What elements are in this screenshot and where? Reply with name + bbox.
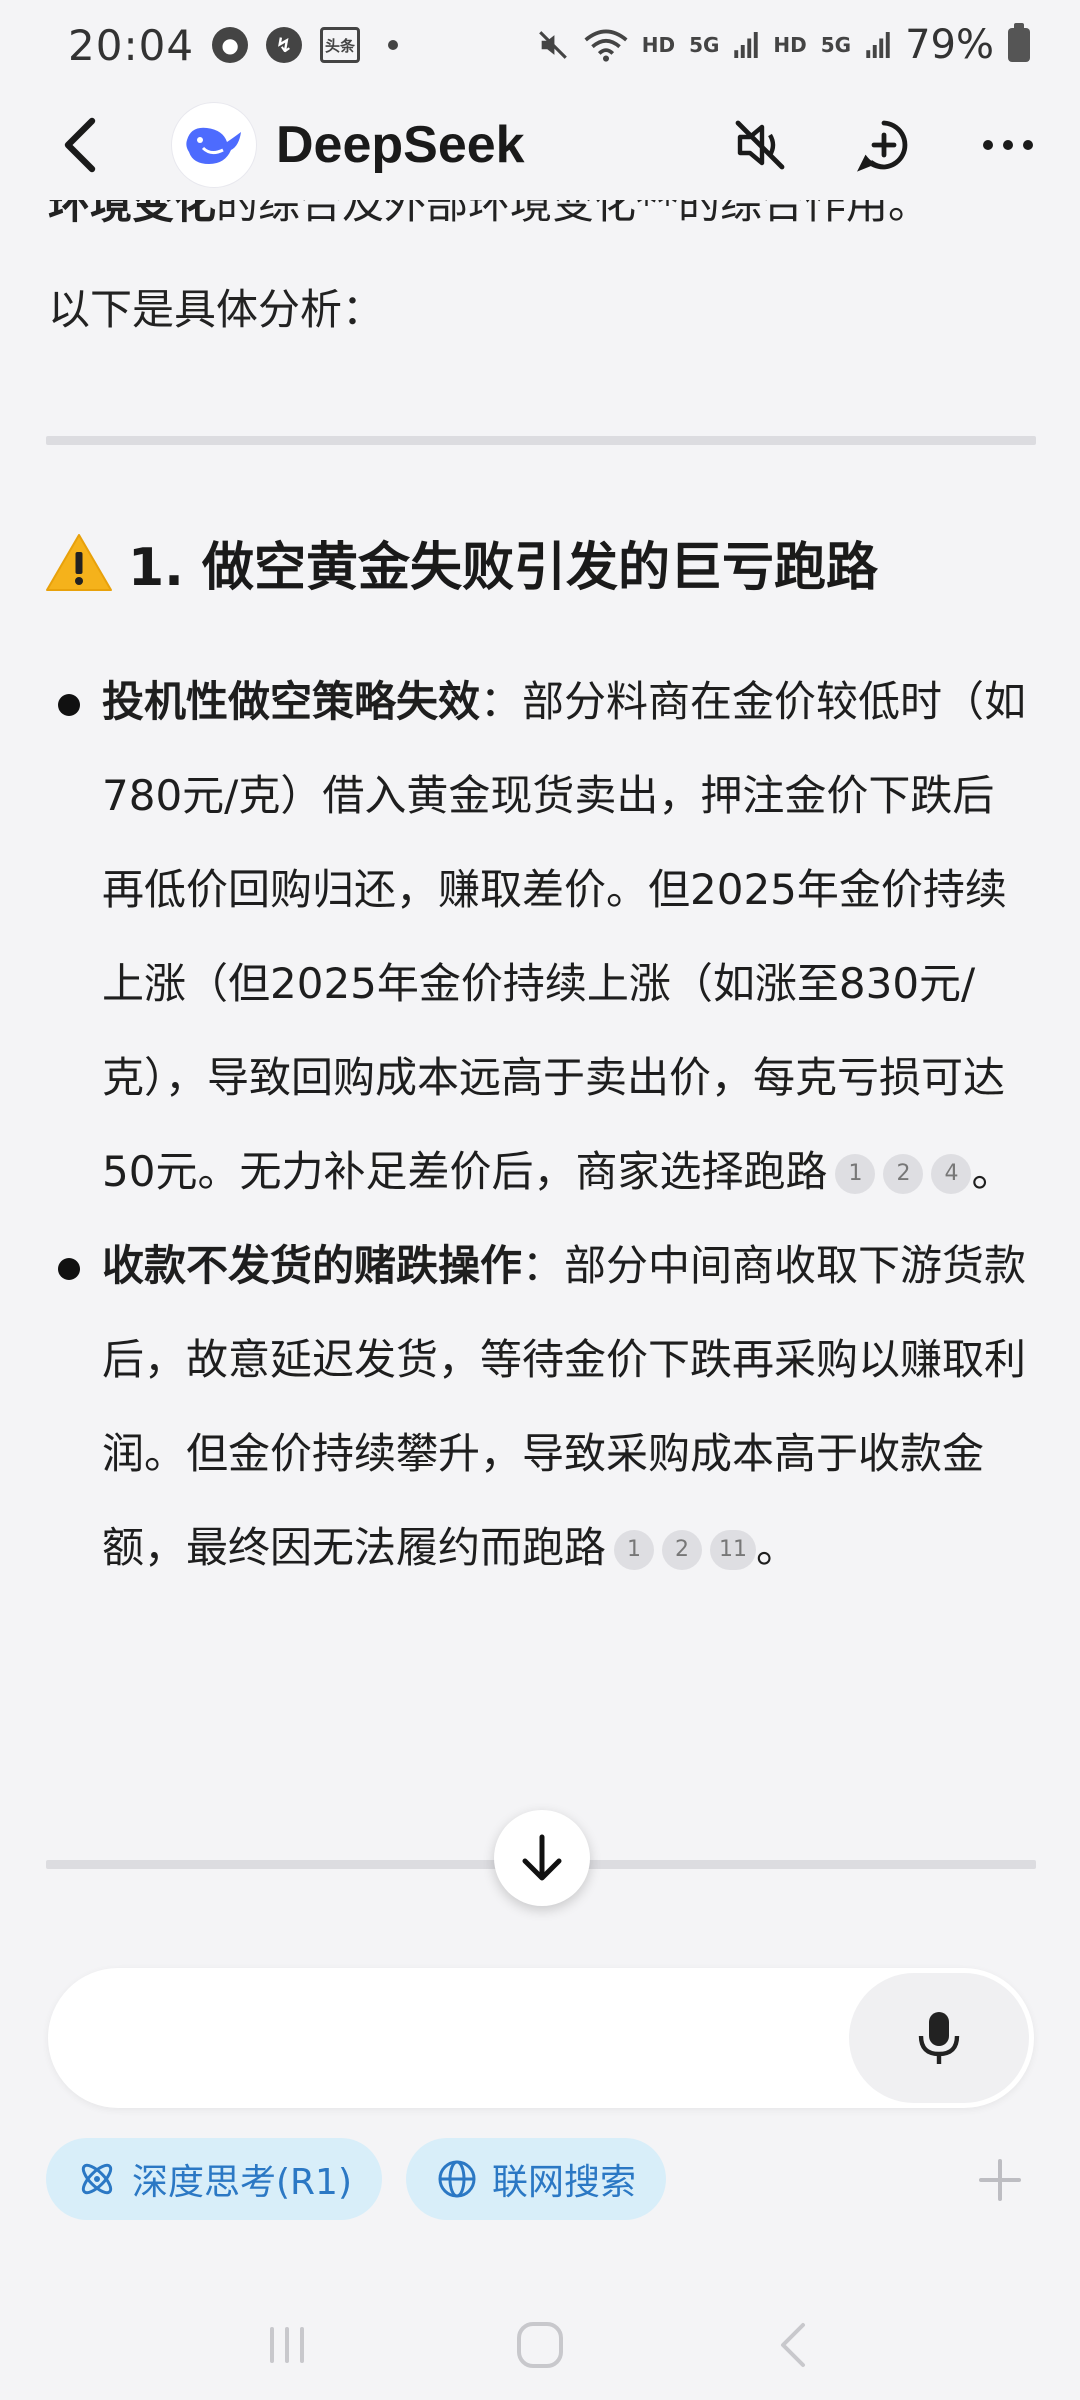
more-notifications-dot-icon xyxy=(388,40,399,50)
app-title: DeepSeek xyxy=(276,116,525,174)
intro-text: 以下是具体分析： xyxy=(48,285,385,334)
bullet-1-end: 。 xyxy=(971,1147,1014,1196)
wifi-icon xyxy=(584,29,628,62)
status-left: 20:04 ● ↯ 头条 xyxy=(68,20,399,70)
speaker-muted-icon xyxy=(735,120,785,170)
status-right: HD 5G HD 5G 79% xyxy=(536,22,1030,68)
network-5g-label-2: 5G xyxy=(820,33,852,57)
mode-chips: 深度思考(R1) 联网搜索 xyxy=(46,2138,667,2220)
deep-think-chip[interactable]: 深度思考(R1) xyxy=(46,2138,383,2220)
bullet-2-text: ：部分中间商收取下游货款后，故意延迟发货，等待金价下跌再采购以赚取利润。但金价持… xyxy=(102,1241,1027,1572)
citation-badge[interactable]: 2 xyxy=(883,1154,924,1194)
arrow-down-icon xyxy=(522,1834,562,1881)
message-input-bar xyxy=(48,1968,1034,2108)
voice-input-button[interactable] xyxy=(849,1973,1029,2103)
app-root: 20:04 ● ↯ 头条 HD 5G HD 5G 79% DeepSeek 环境… xyxy=(0,0,1080,2400)
signal-icon-2 xyxy=(866,32,890,58)
citation-badge[interactable]: 4 xyxy=(931,1154,972,1194)
chat-content: 环境变化的综合及外部环境变化**的综合作用。 以下是具体分析： 1. 做空黄金失… xyxy=(0,190,1080,1830)
bullet-1-text: ：部分料商在金价较低时（如780元/克）借入黄金现货卖出，押注金价下跌后再低价回… xyxy=(102,677,1027,1196)
network-hd-label: HD xyxy=(641,33,676,57)
citation-badge[interactable]: 2 xyxy=(662,1530,703,1570)
message-input[interactable] xyxy=(108,2003,849,2073)
citation-badge[interactable]: 11 xyxy=(710,1530,757,1570)
battery-percent: 79% xyxy=(905,22,994,68)
whale-logo-icon xyxy=(186,127,241,164)
mute-icon xyxy=(538,31,567,59)
bullet-item-2: 收款不发货的赌跌操作：部分中间商收取下游货款后，故意延迟发货，等待金价下跌再采购… xyxy=(56,1219,1036,1595)
system-nav-bar xyxy=(0,2290,1080,2400)
new-chat-icon xyxy=(857,120,908,172)
profile-notification-icon: ● xyxy=(212,27,249,63)
back-nav-icon xyxy=(781,2323,806,2367)
recent-apps-icon xyxy=(269,2327,304,2363)
deepseek-logo-avatar[interactable] xyxy=(172,103,256,187)
new-chat-button[interactable] xyxy=(852,113,916,177)
battery-icon xyxy=(1008,23,1030,62)
bullet-item-1: 投机性做空策略失效：部分料商在金价较低时（如780元/克）借入黄金现货卖出，押注… xyxy=(56,655,1036,1219)
back-button[interactable] xyxy=(50,105,110,185)
section-heading: 1. 做空黄金失败引发的巨亏跑路 xyxy=(44,525,878,600)
network-hd-label-2: HD xyxy=(773,33,807,57)
voice-mute-button[interactable] xyxy=(728,113,792,177)
citation-badge[interactable]: 1 xyxy=(614,1530,655,1570)
back-nav-button[interactable] xyxy=(753,2305,833,2385)
web-search-chip[interactable]: 联网搜索 xyxy=(406,2138,667,2220)
home-button[interactable] xyxy=(500,2305,580,2385)
bullet-2-bold: 收款不发货的赌跌操作 xyxy=(102,1241,523,1290)
warning-icon xyxy=(46,533,112,591)
status-bar: 20:04 ● ↯ 头条 HD 5G HD 5G 79% xyxy=(0,0,1080,90)
home-icon xyxy=(516,2322,563,2368)
recent-apps-button[interactable] xyxy=(247,2305,327,2385)
chevron-left-icon xyxy=(64,117,96,173)
attach-plus-button[interactable] xyxy=(970,2150,1030,2210)
section-divider xyxy=(46,436,1036,445)
microphone-icon xyxy=(918,2012,960,2064)
signal-icon-1 xyxy=(734,32,759,58)
bullet-2-end: 。 xyxy=(756,1523,799,1572)
section-title: 1. 做空黄金失败引发的巨亏跑路 xyxy=(128,538,879,598)
app-notification-icon: ↯ xyxy=(266,27,303,63)
chat-header: DeepSeek xyxy=(0,90,1080,200)
atom-icon xyxy=(81,2163,113,2195)
toutiao-notification-icon: 头条 xyxy=(320,27,361,63)
header-actions xyxy=(728,113,1040,177)
bullet-list: 投机性做空策略失效：部分料商在金价较低时（如780元/克）借入黄金现货卖出，押注… xyxy=(56,655,1036,1595)
plus-icon xyxy=(979,2159,1021,2201)
status-time: 20:04 xyxy=(68,20,195,70)
more-dots-icon xyxy=(983,140,1033,150)
web-search-label: 联网搜索 xyxy=(492,2162,637,2203)
deep-think-label: 深度思考(R1) xyxy=(132,2162,353,2203)
bullet-1-bold: 投机性做空策略失效 xyxy=(102,677,481,726)
globe-icon xyxy=(438,2160,476,2198)
scroll-to-bottom-button[interactable] xyxy=(494,1810,590,1906)
citation-badge[interactable]: 1 xyxy=(835,1154,876,1194)
more-options-button[interactable] xyxy=(976,113,1040,177)
network-5g-label-1: 5G xyxy=(689,33,720,57)
